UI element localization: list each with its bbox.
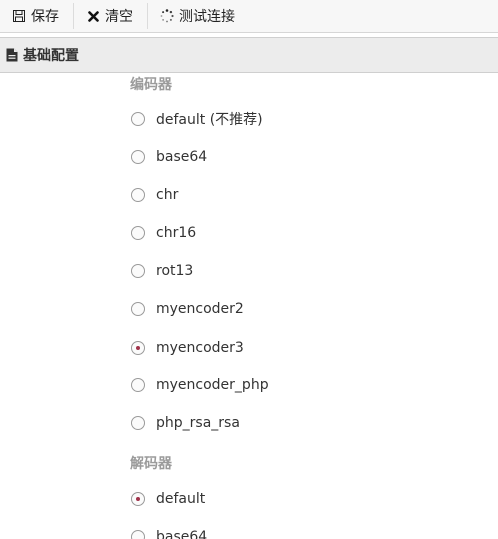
option-label: default (不推荐) [156,112,263,128]
close-icon [86,9,100,23]
spinner-icon [160,9,174,23]
toolbar: 保存 清空 测试连接 [0,0,498,33]
radio-button[interactable] [131,378,145,392]
encoder-option[interactable]: chr16 [131,223,196,243]
save-button[interactable]: 保存 [0,0,73,32]
option-label: default [156,491,206,507]
encoder-option[interactable]: myencoder2 [131,299,244,319]
option-label: myencoder3 [156,340,244,356]
option-label: chr [156,187,179,203]
radio-button[interactable] [131,302,145,316]
encoder-option[interactable]: default (不推荐) [131,109,263,129]
encoder-option[interactable]: chr [131,185,178,205]
option-label: chr16 [156,225,197,241]
option-label: base64 [156,529,208,539]
section-header-basic-config[interactable]: 基础配置 [0,37,498,73]
save-label: 保存 [31,9,59,25]
test-connection-label: 测试连接 [179,9,235,25]
config-form: 编码器 default (不推荐) base64 chr chr16 rot13… [0,73,498,539]
encoder-option[interactable]: myencoder_php [131,375,269,395]
radio-button[interactable] [131,530,145,539]
encoder-option[interactable]: php_rsa_rsa [131,413,240,433]
file-icon [6,48,18,62]
option-label: base64 [156,149,208,165]
encoder-option[interactable]: rot13 [131,261,193,281]
encoder-option[interactable]: base64 [131,147,207,167]
radio-button[interactable] [131,226,145,240]
save-icon [12,9,26,23]
decoder-option[interactable]: default [131,489,205,509]
option-label: rot13 [156,263,194,279]
clear-button[interactable]: 清空 [74,0,147,32]
radio-button[interactable] [131,416,145,430]
radio-button[interactable] [131,112,145,126]
decoder-group-label: 解码器 [130,456,172,472]
option-label: myencoder_php [156,377,269,393]
encoder-option[interactable]: myencoder3 [131,338,244,358]
radio-button[interactable] [131,492,145,506]
encoder-group-label: 编码器 [130,77,172,93]
radio-button[interactable] [131,341,145,355]
test-connection-button[interactable]: 测试连接 [148,0,249,32]
option-label: php_rsa_rsa [156,415,240,431]
radio-button[interactable] [131,150,145,164]
radio-button[interactable] [131,264,145,278]
radio-button[interactable] [131,188,145,202]
decoder-option[interactable]: base64 [131,527,207,539]
clear-label: 清空 [105,9,133,25]
section-title: 基础配置 [23,48,79,64]
option-label: myencoder2 [156,301,244,317]
